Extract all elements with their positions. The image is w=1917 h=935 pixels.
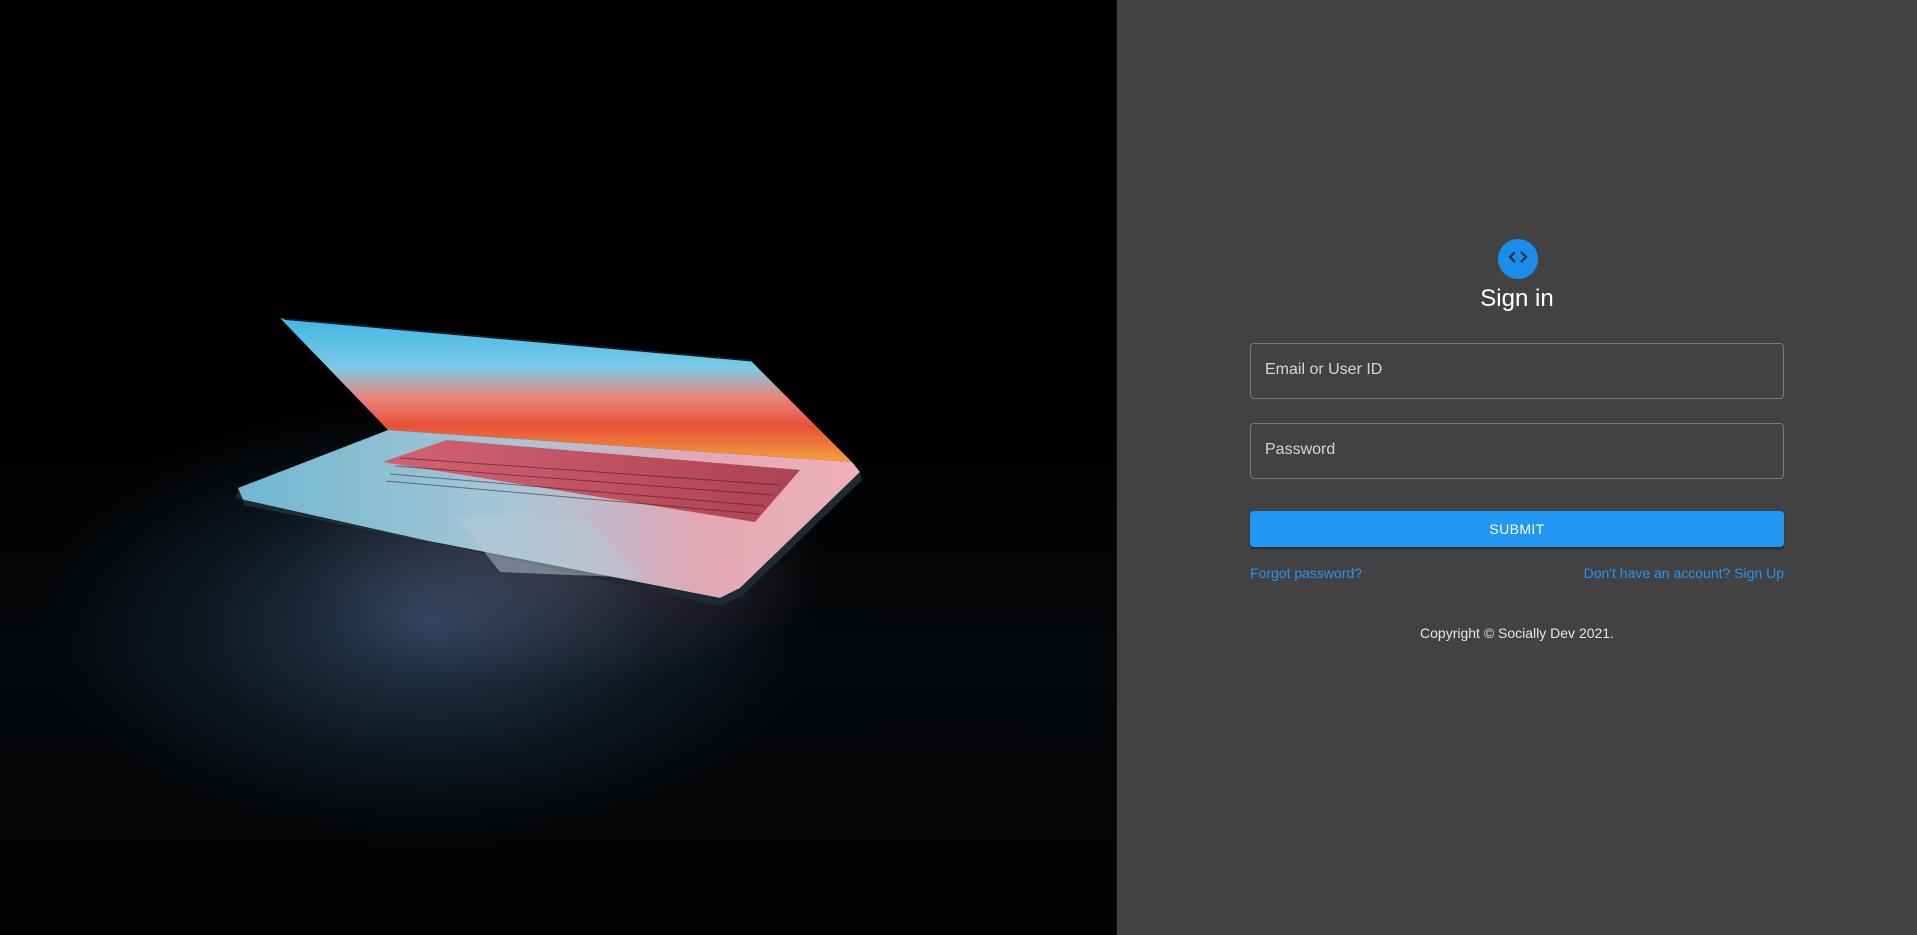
code-brackets-icon xyxy=(1507,250,1529,269)
signin-panel: Sign in Email or User ID Password SUBMIT… xyxy=(1117,0,1917,935)
password-field[interactable]: Password xyxy=(1250,423,1784,479)
forgot-password-link[interactable]: Forgot password? xyxy=(1250,565,1362,581)
page-title: Sign in xyxy=(1480,285,1554,312)
submit-button[interactable]: SUBMIT xyxy=(1250,511,1784,547)
copyright-text: Copyright © Socially Dev 2021. xyxy=(1420,625,1614,641)
email-field[interactable]: Email or User ID xyxy=(1250,343,1784,399)
email-placeholder: Email or User ID xyxy=(1265,361,1383,378)
signup-link[interactable]: Don't have an account? Sign Up xyxy=(1584,565,1784,581)
hero-image xyxy=(0,0,1117,935)
laptop-illustration xyxy=(236,318,862,606)
avatar xyxy=(1498,239,1538,279)
signin-page: Sign in Email or User ID Password SUBMIT… xyxy=(0,0,1917,935)
password-placeholder: Password xyxy=(1265,441,1336,458)
